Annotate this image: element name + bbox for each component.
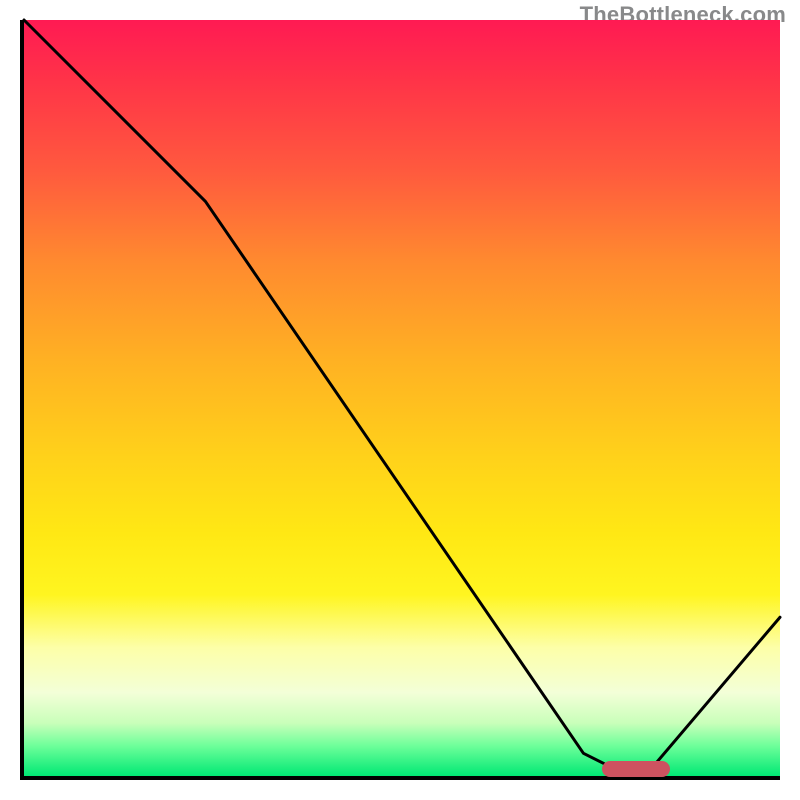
chart-container: TheBottleneck.com xyxy=(0,0,800,800)
optimal-range-marker xyxy=(602,761,670,777)
bottleneck-curve xyxy=(24,20,780,776)
plot-area xyxy=(20,20,780,780)
